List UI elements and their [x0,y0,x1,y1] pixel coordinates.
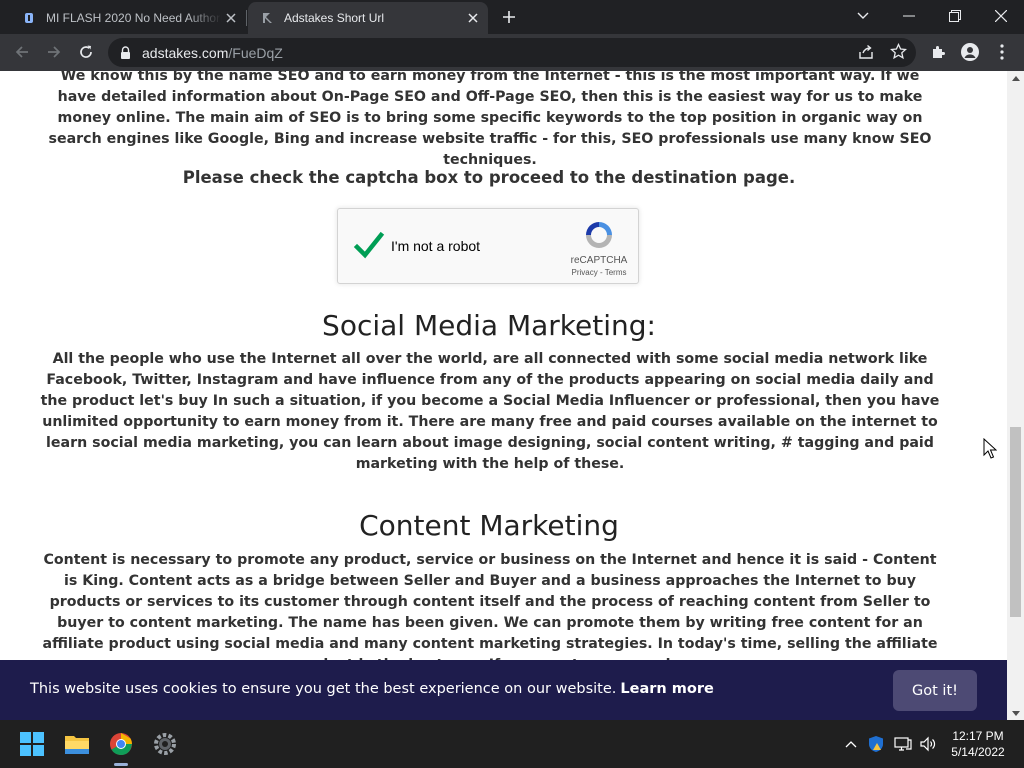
content-marketing-paragraph: Content is necessary to promote any prod… [42,552,938,673]
forward-icon[interactable] [40,38,68,66]
close-window-icon[interactable] [978,0,1024,32]
windows-start-icon[interactable] [16,728,48,760]
url-path: /FueDqZ [228,44,283,61]
link-separator: - [597,268,605,277]
clock-time: 12:17 PM [952,729,1004,743]
close-icon[interactable] [222,9,240,27]
file-explorer-icon[interactable] [61,728,93,760]
close-icon[interactable] [464,9,482,27]
recaptcha-label: I'm not a robot [391,238,481,254]
new-tab-icon[interactable] [498,6,520,28]
social-media-heading: Social Media Marketing: [322,309,656,342]
recaptcha-widget: I'm not a robot reCAPTCHA Privacy - Term… [337,208,639,284]
mouse-pointer-icon [983,437,998,460]
scroll-up-icon[interactable] [1007,71,1024,85]
seo-paragraph: We know this by the name SEO and to earn… [48,71,932,168]
recaptcha-brand: reCAPTCHA [570,255,628,266]
settings-icon[interactable] [149,728,181,760]
terms-link[interactable]: Terms [605,268,627,277]
scroll-down-icon[interactable] [1007,706,1024,720]
lock-icon[interactable] [120,46,134,60]
checkmark-icon [353,231,385,259]
active-app-indicator [114,763,128,766]
volume-icon[interactable] [917,732,939,756]
tab-divider [246,10,247,26]
social-media-paragraph: All the people who use the Internet all … [40,351,940,472]
browser-toolbar: adstakes.com/FueDqZ [0,34,1024,71]
learn-more-link[interactable]: Learn more [620,681,713,697]
tab-title: MI FLASH 2020 No Need Authorized [46,11,222,25]
captcha-prompt: Please check the captcha box to proceed … [182,168,796,187]
page-icon [260,11,274,25]
url-domain: adstakes.com [142,44,229,61]
reload-icon[interactable] [72,38,100,66]
recaptcha-links: Privacy - Terms [560,268,638,277]
tab-title: Adstakes Short Url [284,11,385,25]
tab-adstakes[interactable]: Adstakes Short Url [248,2,488,34]
profile-avatar-icon[interactable] [956,38,984,66]
bookmark-star-icon[interactable] [889,42,908,65]
page-icon [22,11,36,25]
page-viewport[interactable]: We know this by the name SEO and to earn… [0,71,1007,720]
cookie-banner: This website uses cookies to ensure you … [0,660,1007,720]
system-clock[interactable]: 12:17 PM 5/14/2022 [942,728,1014,760]
security-icon[interactable] [865,732,887,756]
tab-strip: MI FLASH 2020 No Need Authorized Adstake… [0,0,1024,34]
privacy-link[interactable]: Privacy [572,268,598,277]
recaptcha-checkbox[interactable] [352,229,386,263]
back-icon[interactable] [8,38,36,66]
scrollbar-thumb[interactable] [1010,427,1021,617]
share-icon[interactable] [858,44,874,65]
screen: { "browser": { "tabs": [ {"title": "MI F… [0,0,1024,768]
minimize-icon[interactable] [886,0,932,32]
restore-icon[interactable] [932,0,978,32]
tab-mi-flash[interactable]: MI FLASH 2020 No Need Authorized [8,2,246,34]
network-icon[interactable] [892,732,914,756]
windows-taskbar: 12:17 PM 5/14/2022 [0,720,1024,768]
address-bar[interactable]: adstakes.com/FueDqZ [108,38,916,67]
tab-search-icon[interactable] [840,0,886,32]
chevron-up-icon[interactable] [840,732,862,756]
page-scrollbar[interactable] [1007,71,1024,720]
url-text: adstakes.com/FueDqZ [142,45,283,61]
cookie-message: This website uses cookies to ensure you … [30,681,714,697]
menu-kebab-icon[interactable] [988,38,1016,66]
clock-date: 5/14/2022 [951,745,1005,759]
got-it-button[interactable]: Got it! [893,670,977,711]
content-marketing-heading: Content Marketing [359,509,619,542]
extensions-icon[interactable] [924,38,952,66]
chrome-icon[interactable] [105,728,137,760]
cookie-text: This website uses cookies to ensure you … [30,681,617,697]
recaptcha-logo-icon [583,219,615,251]
